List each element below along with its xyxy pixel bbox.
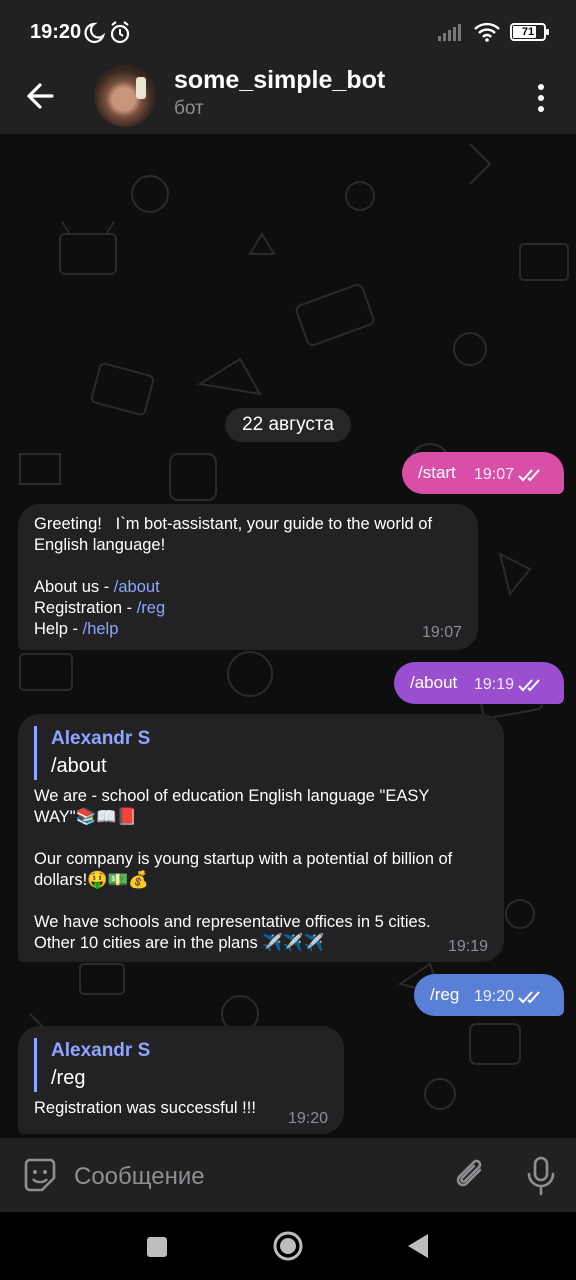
back-button[interactable] — [22, 76, 62, 116]
message-line: English language! — [34, 536, 166, 554]
incoming-message[interactable]: Alexandr S /reg Registration was success… — [18, 1026, 344, 1134]
triangle-back-icon — [408, 1234, 428, 1258]
message-time: 19:19 — [447, 938, 488, 955]
reply-quote[interactable]: Alexandr S /reg — [34, 1038, 328, 1092]
double-check-icon — [518, 991, 540, 1004]
chat-title[interactable]: some_simple_bot — [174, 66, 385, 95]
outgoing-message[interactable]: /about 19:19 — [394, 662, 564, 704]
message-time: 19:20 — [474, 988, 515, 1005]
date-separator: 22 августа — [225, 408, 351, 442]
message-text: /about — [410, 673, 458, 692]
message-line: We have schools and representative offic… — [34, 913, 431, 931]
message-line: ​ — [34, 556, 462, 577]
message-line: About us - /about — [34, 578, 160, 596]
chat-subtitle: бот — [174, 98, 204, 119]
microphone-icon — [527, 1156, 555, 1196]
help-link[interactable]: /help — [83, 620, 119, 638]
message-line: Other 10 cities are in the plans ✈️✈️✈️ — [34, 934, 325, 952]
double-check-icon — [518, 469, 540, 482]
message-meta: 19:07 — [474, 466, 544, 484]
sticker-smile-icon — [24, 1158, 56, 1192]
double-check-icon — [518, 679, 540, 692]
message-text: /start — [418, 463, 456, 482]
reply-text: /reg — [51, 1067, 86, 1089]
message-line: WAY"📚📖📕 — [34, 808, 138, 826]
message-line: Help - /help — [34, 620, 119, 638]
message-line: Registration was successful !!! — [34, 1099, 256, 1117]
system-navigation-bar — [0, 1212, 576, 1280]
message-line: ​ — [34, 891, 488, 912]
chat-header: some_simple_bot бот — [0, 62, 576, 134]
signal-icon — [438, 24, 461, 41]
status-left-icons — [82, 20, 142, 51]
message-time: 19:20 — [287, 1110, 328, 1127]
arrow-left-icon — [27, 83, 54, 109]
incoming-message[interactable]: Alexandr S /about We are - school of edu… — [18, 714, 504, 962]
home-circle-icon — [273, 1231, 303, 1261]
status-time: 19:20 — [30, 21, 82, 43]
message-line: Registration - /reg — [34, 599, 166, 617]
message-meta: 19:20 — [474, 988, 544, 1006]
reply-author: Alexandr S — [51, 1040, 151, 1061]
message-line: dollars!🤑💵💰 — [34, 871, 149, 889]
home-button[interactable] — [272, 1230, 304, 1262]
status-right: 71 — [438, 22, 549, 42]
outgoing-message[interactable]: /start 19:07 — [402, 452, 564, 494]
system-back-button[interactable] — [406, 1232, 430, 1260]
reply-author: Alexandr S — [51, 728, 151, 749]
voice-message-button[interactable] — [522, 1154, 560, 1198]
status-bar: 19:20 71 — [0, 0, 576, 62]
message-line: Greeting! I`m bot-assistant, your guide … — [34, 515, 433, 533]
emoji-button[interactable] — [20, 1156, 60, 1196]
reply-quote[interactable]: Alexandr S /about — [34, 726, 488, 780]
battery-level: 71 — [521, 26, 535, 38]
incoming-message[interactable]: Greeting! I`m bot-assistant, your guide … — [18, 504, 478, 650]
message-line: We are - school of education English lan… — [34, 787, 430, 805]
message-line: Our company is young startup with a pote… — [34, 850, 453, 868]
paperclip-icon — [456, 1159, 482, 1187]
battery-icon: 71 — [510, 23, 549, 41]
recents-button[interactable] — [146, 1236, 168, 1258]
reg-link[interactable]: /reg — [137, 599, 165, 617]
message-meta: 19:19 — [474, 676, 544, 694]
moon-alarm-icon — [84, 21, 130, 44]
more-vertical-icon — [538, 84, 544, 112]
wifi-icon — [474, 22, 500, 42]
reply-text: /about — [51, 755, 107, 777]
about-link[interactable]: /about — [114, 578, 160, 596]
attach-button[interactable] — [452, 1156, 490, 1196]
avatar[interactable] — [94, 65, 156, 127]
message-time: 19:19 — [474, 676, 515, 693]
message-composer: Сообщение — [0, 1138, 576, 1212]
message-input[interactable]: Сообщение — [74, 1163, 205, 1191]
chat-area[interactable]: 22 августа /start 19:07 Greeting! I`m bo… — [0, 134, 576, 1138]
more-menu-button[interactable] — [530, 78, 552, 118]
message-time: 19:07 — [421, 624, 462, 641]
message-time: 19:07 — [474, 466, 515, 483]
square-icon — [147, 1237, 167, 1257]
message-line: ​ — [34, 828, 488, 849]
outgoing-message[interactable]: /reg 19:20 — [414, 974, 564, 1016]
message-text: /reg — [430, 985, 460, 1004]
